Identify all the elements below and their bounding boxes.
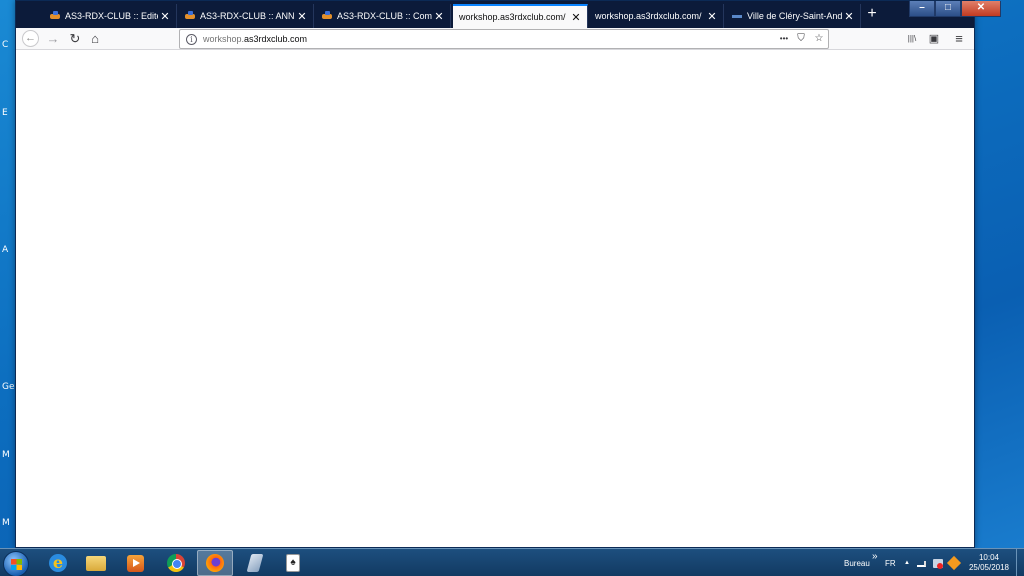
clock-date: 25/05/2018 xyxy=(968,563,1010,572)
tab-title: workshop.as3rdxclub.com/ xyxy=(459,12,566,22)
close-window-icon: ✕ xyxy=(976,2,986,13)
minimize-icon: – xyxy=(919,2,925,13)
forward-button[interactable]: → xyxy=(44,31,62,47)
taskbar-app-media[interactable] xyxy=(117,550,153,576)
show-hidden-icons-icon[interactable]: ▲ xyxy=(904,560,910,566)
rdx-favicon-icon xyxy=(322,11,332,21)
new-tab-button[interactable]: + xyxy=(862,5,882,23)
tab-title: workshop.as3rdxclub.com/ xyxy=(595,11,702,21)
toolbar-chevron-icon[interactable]: » xyxy=(872,551,878,562)
browser-window: AS3-RDX-CLUB :: Editer le su ✕ AS3-RDX-C… xyxy=(15,0,1001,548)
bookmark-star-icon[interactable]: ☆ xyxy=(812,32,826,46)
rdx-favicon-icon xyxy=(185,11,195,21)
network-icon[interactable] xyxy=(917,561,926,567)
taskbar-app-ie[interactable]: e xyxy=(40,550,76,576)
url-subdomain: workshop. xyxy=(203,34,245,44)
tab-bar: AS3-RDX-CLUB :: Editer le su ✕ AS3-RDX-C… xyxy=(16,1,1001,28)
close-icon[interactable]: ✕ xyxy=(842,10,856,23)
close-icon[interactable]: ✕ xyxy=(158,10,172,23)
tab-title: AS3-RDX-CLUB :: Comment xyxy=(337,11,432,21)
update-alert-icon[interactable] xyxy=(946,555,962,571)
system-tray: Bureau » FR ▲ xyxy=(840,549,970,576)
close-window-button[interactable]: ✕ xyxy=(961,1,1001,17)
tab-title: AS3-RDX-CLUB :: ANNIVERSA xyxy=(200,11,295,21)
solitaire-icon: ♠ xyxy=(286,554,300,572)
desktop-label-1: C xyxy=(2,40,9,50)
taskbar: e ♠ Bureau » FR ▲ 10:04 25/05/2018 xyxy=(0,548,1024,576)
tab-1[interactable]: AS3-RDX-CLUB :: Editer le su ✕ xyxy=(44,4,177,28)
volume-muted-icon[interactable] xyxy=(937,563,943,569)
page-actions-icon[interactable]: ••• xyxy=(776,32,792,46)
internet-explorer-icon: e xyxy=(49,554,67,572)
url-bar[interactable]: i workshop. as3rdxclub.com ••• ⛉ ☆ xyxy=(179,29,829,49)
language-indicator[interactable]: FR xyxy=(885,559,896,568)
site-info-icon[interactable]: i xyxy=(186,33,197,45)
feather-icon xyxy=(246,554,264,572)
page-content-blank xyxy=(16,51,974,547)
start-button[interactable] xyxy=(3,551,29,576)
desktop-label-5: M xyxy=(2,450,10,460)
clock-time: 10:04 xyxy=(978,553,1000,562)
tab-2[interactable]: AS3-RDX-CLUB :: ANNIVERSA ✕ xyxy=(179,4,314,28)
tab-3[interactable]: AS3-RDX-CLUB :: Comment ✕ xyxy=(316,4,451,28)
desktop-label-4: Ge xyxy=(2,382,15,392)
tab-title: Ville de Cléry-Saint-André, la xyxy=(747,11,842,21)
taskbar-app-explorer[interactable] xyxy=(78,550,114,576)
home-button[interactable]: ⌂ xyxy=(86,31,104,47)
hamburger-menu-icon[interactable]: ≡ xyxy=(951,31,967,47)
navigation-toolbar: ← → ↻ ⌂ i workshop. as3rdxclub.com ••• ⛉ … xyxy=(16,28,974,50)
tab-6[interactable]: Ville de Cléry-Saint-André, la ✕ xyxy=(726,4,861,28)
rdx-favicon-icon xyxy=(50,11,60,21)
taskbar-app-solitaire[interactable]: ♠ xyxy=(275,550,311,576)
url-host: as3rdxclub.com xyxy=(244,34,308,44)
reload-button[interactable]: ↻ xyxy=(66,31,84,47)
clock[interactable]: 10:04 25/05/2018 xyxy=(966,553,1012,573)
bureau-toolbar-label[interactable]: Bureau xyxy=(844,559,870,568)
taskbar-app-feather[interactable] xyxy=(237,550,273,576)
desktop-label-2: E xyxy=(2,108,8,118)
close-icon[interactable]: ✕ xyxy=(705,10,719,23)
close-icon[interactable]: ✕ xyxy=(432,10,446,23)
folder-icon xyxy=(86,555,106,571)
close-icon[interactable]: ✕ xyxy=(569,11,583,24)
library-icon[interactable]: |||\ xyxy=(904,31,920,47)
chrome-icon xyxy=(167,554,185,572)
desktop-label-3: A xyxy=(2,245,9,255)
sidebar-icon[interactable]: ▣ xyxy=(926,31,942,47)
taskbar-app-chrome[interactable] xyxy=(158,550,194,576)
pocket-icon[interactable]: ⛉ xyxy=(794,32,808,46)
minimize-button[interactable]: – xyxy=(909,1,935,17)
show-desktop-button[interactable] xyxy=(1016,549,1024,576)
desktop-label-6: M xyxy=(2,518,10,528)
firefox-icon xyxy=(206,554,224,572)
tab-4-active[interactable]: workshop.as3rdxclub.com/ ✕ xyxy=(453,4,588,28)
maximize-button[interactable]: □ xyxy=(935,1,961,17)
close-icon[interactable]: ✕ xyxy=(295,10,309,23)
taskbar-app-firefox[interactable] xyxy=(197,550,233,576)
tab-5[interactable]: workshop.as3rdxclub.com/ ✕ xyxy=(589,4,724,28)
tab-title: AS3-RDX-CLUB :: Editer le su xyxy=(65,11,158,21)
ville-favicon-icon xyxy=(732,11,742,21)
maximize-icon: □ xyxy=(944,2,952,13)
back-button[interactable]: ← xyxy=(22,30,39,47)
media-player-icon xyxy=(126,554,144,572)
